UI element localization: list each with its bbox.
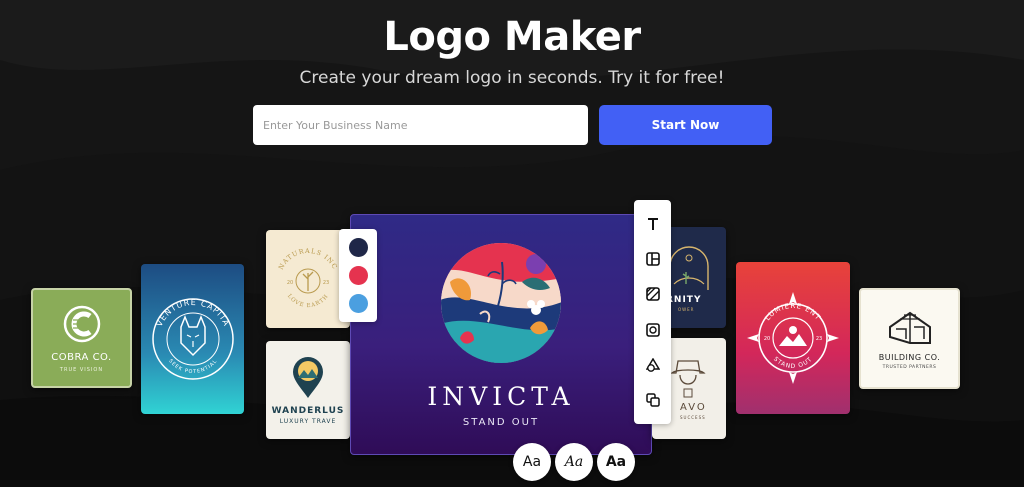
arch-desert-icon <box>669 245 709 290</box>
lumiere-year-right: 23 <box>816 336 822 342</box>
logo-card-invicta[interactable]: INVICTA STAND OUT <box>350 214 652 455</box>
svg-text:SEEK POTENTIAL: SEEK POTENTIAL <box>167 358 219 375</box>
color-swatch-red[interactable] <box>348 266 368 285</box>
naturals-badge-icon: NATURALS INC LOVE EARTH 20 23 <box>277 247 339 309</box>
cobra-tagline: TRUE VISION <box>59 366 104 373</box>
house-isometric-icon <box>888 311 931 344</box>
building-name: BUILDING CO. <box>878 353 941 362</box>
bravo-tagline: SUCCESS <box>680 415 706 420</box>
naturals-name: NATURALS INC <box>277 247 338 271</box>
invicta-art-icon <box>441 243 561 363</box>
cobra-logo-icon <box>63 305 100 342</box>
color-palette <box>339 229 377 322</box>
eternity-name: RNITY <box>666 294 702 305</box>
lumiere-year-left: 20 <box>764 336 770 342</box>
page-title: Logo Maker <box>383 14 641 60</box>
venture-tagline: SEEK POTENTIAL <box>167 358 218 375</box>
logo-card-venture[interactable]: VENTURE CAPITA SEEK POTENTIAL <box>141 264 244 414</box>
svg-text:LOVE EARTH: LOVE EARTH <box>286 293 330 309</box>
logo-card-building[interactable]: BUILDING CO. TRUSTED PARTNERS <box>859 288 960 389</box>
compass-sun-icon: LUMIERE ENT STAND OUT 20 23 <box>747 292 839 384</box>
naturals-year-right: 23 <box>323 280 329 286</box>
font-regular-button[interactable]: Aa <box>513 443 551 481</box>
invicta-tagline: STAND OUT <box>462 417 540 428</box>
wolf-emblem-icon: VENTURE CAPITA SEEK POTENTIAL <box>151 298 234 380</box>
editor-toolbar <box>634 200 671 424</box>
shape-icon[interactable] <box>642 354 664 376</box>
wanderlust-name: WANDERLUS <box>271 405 345 416</box>
map-pin-mountain-icon <box>293 356 323 398</box>
font-italic-button[interactable]: Aa <box>555 443 593 481</box>
wanderlust-tagline: LUXURY TRAVE <box>279 417 337 425</box>
lumiere-name: LUMIERE ENT <box>764 302 822 322</box>
eternity-tagline: OWER <box>678 306 695 312</box>
building-tagline: TRUSTED PARTNERS <box>882 365 937 370</box>
business-name-input[interactable] <box>253 105 588 145</box>
font-bold-button[interactable]: Aa <box>597 443 635 481</box>
logo-card-wanderlust[interactable]: WANDERLUS LUXURY TRAVE <box>266 341 350 439</box>
text-icon[interactable] <box>642 213 664 235</box>
svg-text:NATURALS INC: NATURALS INC <box>277 247 339 271</box>
logo-card-cobra[interactable]: COBRA CO. TRUE VISION <box>31 288 132 388</box>
naturals-year-left: 20 <box>287 280 293 286</box>
invicta-name: INVICTA <box>427 382 575 411</box>
layout-icon[interactable] <box>642 248 664 270</box>
background-icon[interactable] <box>642 283 664 305</box>
cowboy-hat-icon <box>670 360 706 398</box>
color-swatch-navy[interactable] <box>348 238 368 257</box>
logo-card-lumiere[interactable]: LUMIERE ENT STAND OUT 20 23 <box>736 262 850 414</box>
bravo-name: AVO <box>680 402 707 413</box>
start-now-button[interactable]: Start Now <box>599 105 772 145</box>
frame-icon[interactable] <box>642 319 664 341</box>
logo-card-naturals[interactable]: NATURALS INC LOVE EARTH 20 23 <box>266 230 350 328</box>
naturals-tagline: LOVE EARTH <box>286 293 329 309</box>
color-swatch-blue[interactable] <box>348 294 368 313</box>
cobra-name: COBRA CO. <box>51 351 112 363</box>
layers-icon[interactable] <box>642 389 664 411</box>
page-subtitle: Create your dream logo in seconds. Try i… <box>299 68 725 88</box>
svg-text:LUMIERE ENT: LUMIERE ENT <box>764 302 823 322</box>
